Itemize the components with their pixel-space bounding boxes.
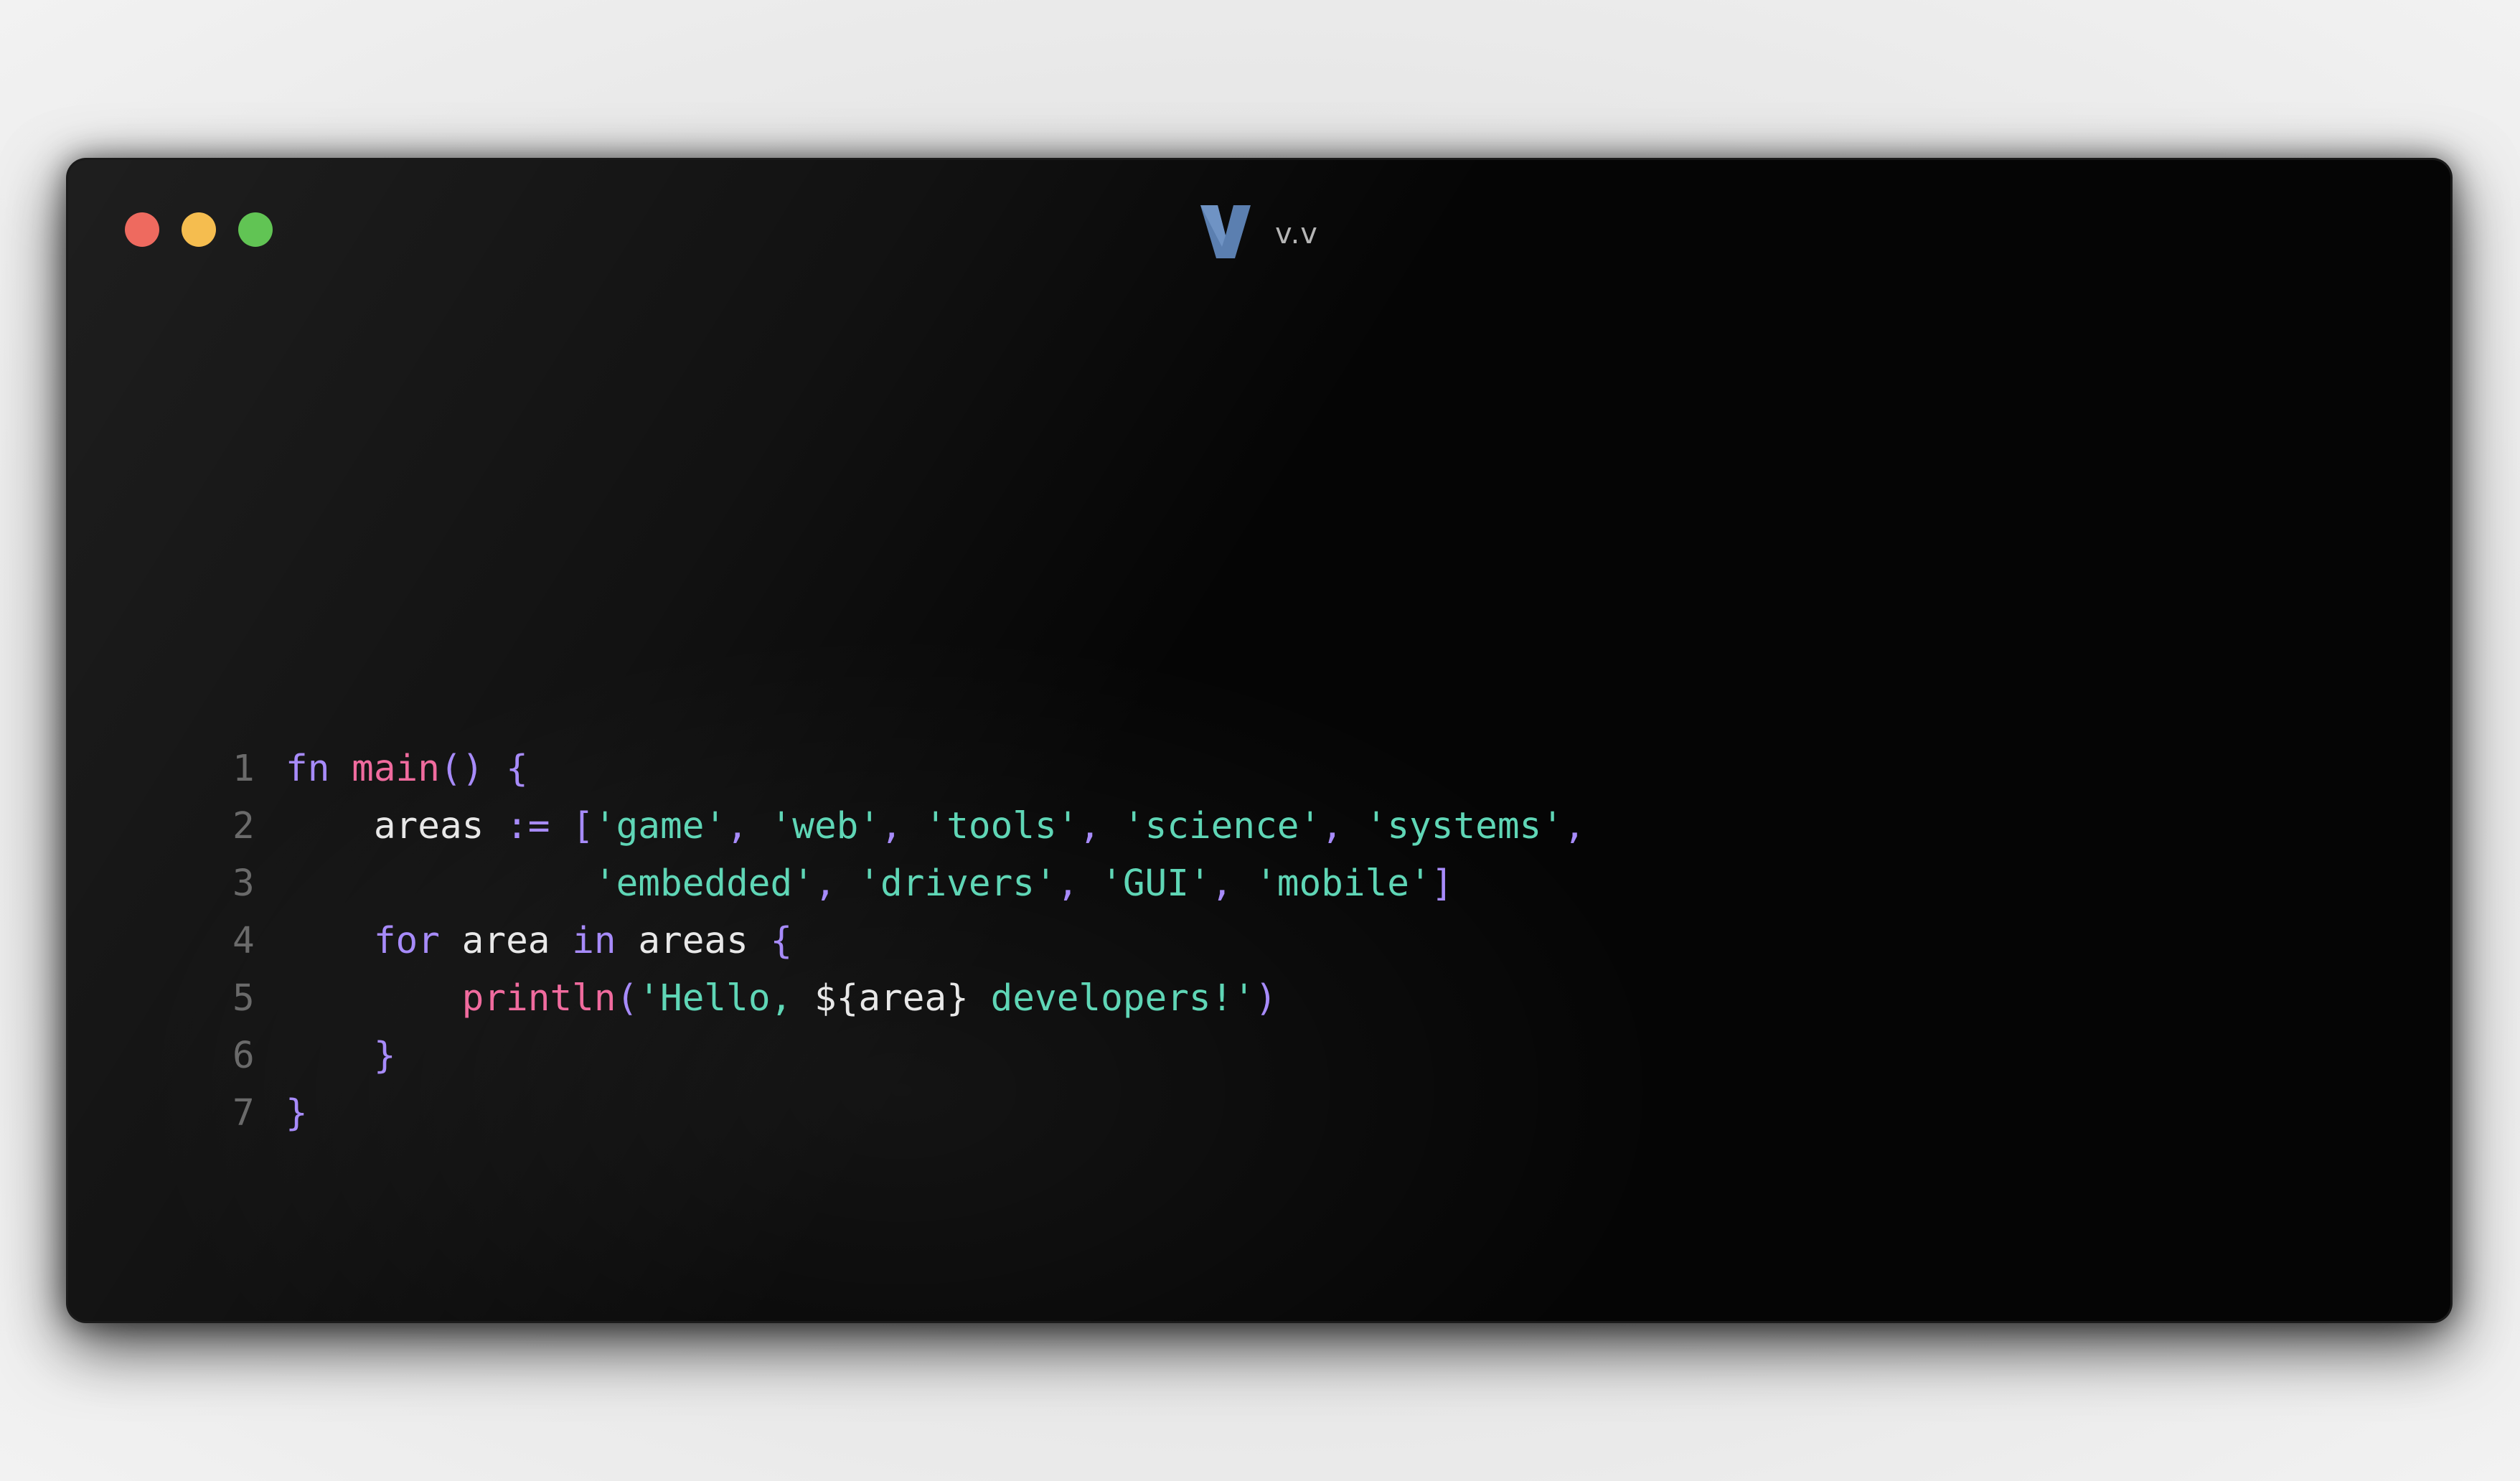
code-token: 'embedded': [593, 862, 814, 905]
line-number: 1: [232, 748, 255, 790]
line-number: 4: [232, 920, 255, 962]
code-token: for: [373, 920, 440, 962]
code-token: ${area}: [814, 977, 969, 1020]
code-token: 'web': [770, 805, 881, 847]
code-token: main: [352, 748, 440, 790]
code-token: ,: [880, 805, 925, 847]
code-token: ): [1255, 977, 1277, 1020]
code-token: }: [286, 1092, 308, 1134]
code-token: 'systems': [1365, 805, 1564, 847]
code-token: ,: [814, 862, 859, 905]
code-token: () {: [439, 748, 528, 790]
code-token: areas: [373, 805, 484, 847]
code-token: areas: [616, 920, 771, 962]
code-token: ,: [1563, 805, 1586, 847]
line-number: 7: [232, 1092, 255, 1134]
code-token: 'mobile': [1255, 862, 1431, 905]
code-line-content: fn main() {: [286, 740, 528, 798]
code-token: 'drivers': [858, 862, 1057, 905]
code-token: ,: [1078, 805, 1123, 847]
code-token: := [: [484, 805, 594, 847]
line-number: 3: [232, 862, 255, 905]
code-token: in: [572, 920, 616, 962]
window-title: v.v: [1275, 217, 1318, 250]
line-number: 5: [232, 977, 255, 1020]
code-line-content: }: [286, 1028, 396, 1085]
code-line-content: areas := ['game', 'web', 'tools', 'scien…: [286, 798, 1586, 855]
code-line-content: 'embedded', 'drivers', 'GUI', 'mobile']: [286, 855, 1454, 913]
code-token: developers!': [968, 977, 1256, 1020]
code-token: {: [770, 920, 793, 962]
code-line: 7}: [152, 1085, 1586, 1142]
code-block[interactable]: 1 fn main() {2 areas := ['game', 'web', '…: [152, 740, 1586, 1142]
code-token: ,: [1321, 805, 1365, 847]
code-window: v.v 1 fn main() {2 areas := ['game', 'web…: [66, 158, 2453, 1323]
line-number: 6: [232, 1035, 255, 1077]
code-token: println: [461, 977, 616, 1020]
v-language-logo-icon: [1200, 205, 1251, 258]
code-line: 3 'embedded', 'drivers', 'GUI', 'mobile'…: [152, 855, 1586, 913]
code-token: ,: [1210, 862, 1256, 905]
code-line: 1 fn main() {: [152, 740, 1586, 798]
code-line-content: }: [286, 1085, 308, 1142]
code-token: fn: [286, 748, 330, 790]
code-line: 2 areas := ['game', 'web', 'tools', 'sci…: [152, 798, 1586, 855]
code-token: ,: [1056, 862, 1101, 905]
code-token: area: [439, 920, 573, 962]
window-title-bar: v.v: [66, 199, 2453, 264]
code-token: (: [616, 977, 639, 1020]
code-token: 'game': [593, 805, 727, 847]
code-token: 'science': [1122, 805, 1322, 847]
code-token: ]: [1431, 862, 1454, 905]
code-line: 6 }: [152, 1028, 1586, 1085]
code-line: 5 println('Hello, ${area} developers!'): [152, 970, 1586, 1028]
code-token: 'tools': [924, 805, 1079, 847]
code-token: 'GUI': [1101, 862, 1211, 905]
code-line: 4 for area in areas {: [152, 913, 1586, 970]
line-number: 2: [232, 805, 255, 847]
code-token: 'Hello,: [638, 977, 814, 1020]
code-line-content: for area in areas {: [286, 913, 792, 970]
code-token: ,: [726, 805, 771, 847]
code-token: }: [373, 1035, 396, 1077]
code-line-content: println('Hello, ${area} developers!'): [286, 970, 1277, 1028]
